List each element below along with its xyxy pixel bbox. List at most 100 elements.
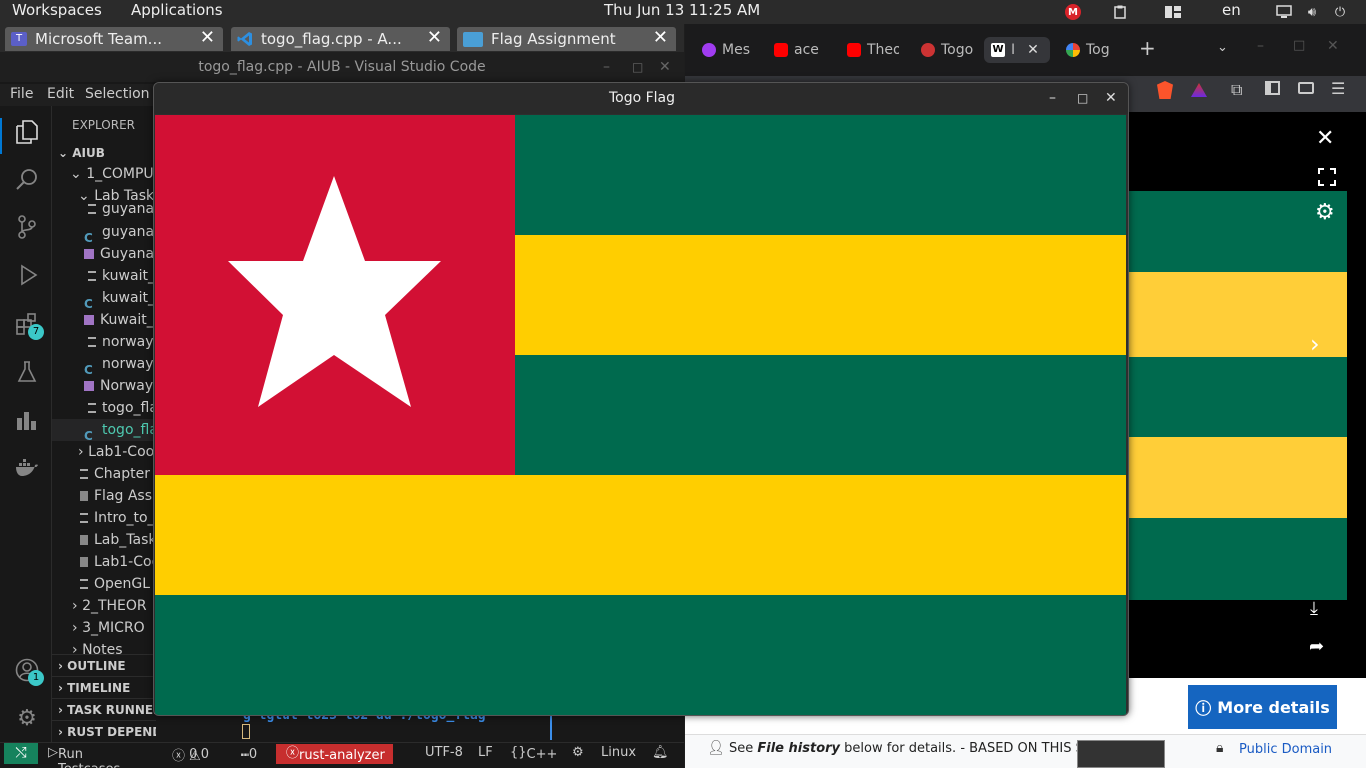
- browser-tab-active[interactable]: W I ✕: [984, 37, 1050, 63]
- maximize-icon[interactable]: □: [1293, 38, 1305, 53]
- brave-shield-icon[interactable]: [1157, 81, 1173, 99]
- gear-icon[interactable]: ⚙: [14, 705, 40, 731]
- testing-icon[interactable]: [14, 359, 40, 385]
- minimize-icon[interactable]: –: [1257, 38, 1264, 54]
- maximize-icon[interactable]: □: [632, 52, 643, 82]
- tree-file[interactable]: Lab1-Coo: [80, 551, 156, 573]
- close-icon[interactable]: ✕: [200, 27, 215, 48]
- bell-icon[interactable]: 🔔︎: [652, 745, 669, 760]
- tree-file[interactable]: kuwait_: [88, 265, 155, 287]
- browser-tab[interactable]: Tog: [1066, 38, 1118, 62]
- docker-icon[interactable]: [14, 455, 40, 481]
- browser-tab[interactable]: ace: [774, 38, 824, 62]
- run-testcases[interactable]: ▷ Run Testcases: [48, 745, 120, 768]
- tree-file[interactable]: Norway_: [84, 375, 156, 397]
- run-debug-icon[interactable]: [14, 262, 40, 288]
- more-details-button[interactable]: ⓘ More details: [1188, 685, 1337, 729]
- close-icon[interactable]: ✕: [653, 27, 668, 48]
- tree-file[interactable]: Kuwait_: [84, 309, 154, 331]
- rust-analyzer-status[interactable]: ⓧ rust-analyzer: [276, 744, 393, 764]
- tree-file[interactable]: Guyana_: [84, 243, 156, 265]
- clock[interactable]: Thu Jun 13 11:25 AM: [604, 1, 760, 19]
- explorer-icon[interactable]: [14, 119, 40, 145]
- close-icon[interactable]: ✕: [427, 27, 442, 48]
- problems-indicator[interactable]: ⓧ 0 ⚠ 0: [172, 745, 209, 764]
- language-mode[interactable]: {} C++: [510, 745, 557, 762]
- remote-icon[interactable]: ⤭: [4, 743, 38, 764]
- menu-file[interactable]: File: [10, 86, 33, 102]
- tree-folder[interactable]: › 3_MICRO: [72, 617, 145, 639]
- minimize-icon[interactable]: –: [603, 52, 610, 82]
- menu-icon[interactable]: ☰: [1331, 79, 1345, 98]
- thumbnail[interactable]: [1077, 740, 1165, 768]
- clipboard-icon[interactable]: [1112, 4, 1128, 20]
- source-control-icon[interactable]: [14, 214, 40, 240]
- tree-file[interactable]: Intro_to_: [80, 507, 155, 529]
- tree-file[interactable]: togo_fla: [88, 397, 156, 419]
- tree-file[interactable]: Lab_Task: [80, 529, 156, 551]
- eol[interactable]: LF: [478, 745, 493, 760]
- gear-icon[interactable]: ⚙: [1315, 200, 1335, 225]
- download-icon[interactable]: ⤓: [1310, 598, 1318, 619]
- layout-icon[interactable]: [1165, 4, 1181, 20]
- chart-icon[interactable]: [14, 407, 40, 433]
- tree-file[interactable]: norway_: [88, 331, 156, 353]
- mega-icon[interactable]: M: [1065, 4, 1081, 20]
- close-icon[interactable]: ✕: [1105, 83, 1117, 113]
- browser-tab[interactable]: Togo: [921, 38, 973, 62]
- chevron-down-icon[interactable]: ⌄: [1217, 40, 1228, 55]
- wallet-icon[interactable]: [1298, 82, 1314, 94]
- volume-icon[interactable]: 🔊︎: [1304, 4, 1320, 20]
- tree-file[interactable]: Ckuwait_: [84, 287, 155, 311]
- close-icon[interactable]: ✕: [1316, 126, 1334, 151]
- share-icon[interactable]: ➦: [1309, 636, 1324, 657]
- close-icon[interactable]: ✕: [1027, 42, 1039, 58]
- outline-section[interactable]: › OUTLINE: [52, 654, 156, 676]
- maximize-icon[interactable]: □: [1077, 83, 1088, 113]
- browser-tab[interactable]: Theo: [847, 38, 899, 62]
- search-icon[interactable]: [14, 166, 40, 192]
- power-icon[interactable]: ⏻: [1332, 4, 1348, 20]
- flag-window-titlebar[interactable]: Togo Flag – □ ✕: [154, 83, 1128, 114]
- tree-folder[interactable]: › Notes: [72, 639, 123, 655]
- rust-deps-section[interactable]: › RUST DEPENDENCIES: [52, 720, 156, 742]
- browser-tab[interactable]: Mes: [702, 38, 754, 62]
- tree-file[interactable]: Cnorway_: [84, 353, 156, 377]
- tree-root[interactable]: ⌄ AIUB: [58, 142, 105, 164]
- timeline-section[interactable]: › TIMELINE: [52, 676, 156, 698]
- menu-edit[interactable]: Edit: [47, 86, 74, 102]
- tree-file[interactable]: OpenGL: [80, 573, 150, 595]
- tree-folder[interactable]: › Lab1-Coo: [78, 441, 154, 463]
- menu-selection[interactable]: Selection: [85, 86, 150, 102]
- taskbar-tab-files[interactable]: Flag Assignment ✕: [457, 27, 676, 51]
- tree-file[interactable]: Flag Assi: [80, 485, 156, 507]
- encoding[interactable]: UTF-8: [425, 745, 463, 760]
- tree-folder[interactable]: ⌄ 1_COMPU: [70, 163, 154, 185]
- new-tab-icon[interactable]: +: [1139, 36, 1156, 60]
- tree-file-active[interactable]: Ctogo_fla: [52, 419, 156, 443]
- extensions-icon[interactable]: ⧉: [1231, 80, 1242, 100]
- applications-menu[interactable]: Applications: [131, 1, 223, 19]
- public-domain-link[interactable]: Public Domain: [1239, 742, 1332, 757]
- close-icon[interactable]: ✕: [659, 52, 671, 82]
- ports-indicator[interactable]: ⑉ 0: [241, 745, 257, 762]
- close-icon[interactable]: ✕: [1327, 38, 1339, 54]
- tree-file[interactable]: guyana_: [88, 202, 156, 216]
- tree-file[interactable]: Chapter: [80, 463, 150, 485]
- sidebar-icon[interactable]: [1265, 81, 1280, 95]
- keyboard-layout[interactable]: en: [1222, 1, 1241, 19]
- workspaces-menu[interactable]: Workspaces: [12, 1, 102, 19]
- tree-label: Norway_: [100, 378, 156, 394]
- taskbar-tab-vscode[interactable]: togo_flag.cpp - A... ✕: [231, 27, 450, 51]
- file-history-link[interactable]: File history: [757, 741, 840, 756]
- network-icon[interactable]: [1276, 4, 1292, 20]
- os-indicator[interactable]: Linux: [601, 745, 636, 760]
- task-runner-section[interactable]: › TASK RUNNER: [52, 698, 156, 720]
- tree-file[interactable]: Cguyana_: [84, 221, 156, 245]
- chevron-right-icon[interactable]: ›: [1310, 330, 1320, 358]
- settings-sync-icon[interactable]: ⚙: [572, 745, 584, 760]
- taskbar-tab-teams[interactable]: T Microsoft Team... ✕: [5, 27, 223, 51]
- minimize-icon[interactable]: –: [1049, 83, 1056, 113]
- tree-folder[interactable]: › 2_THEOR: [72, 595, 147, 617]
- fullscreen-icon[interactable]: [1318, 168, 1336, 186]
